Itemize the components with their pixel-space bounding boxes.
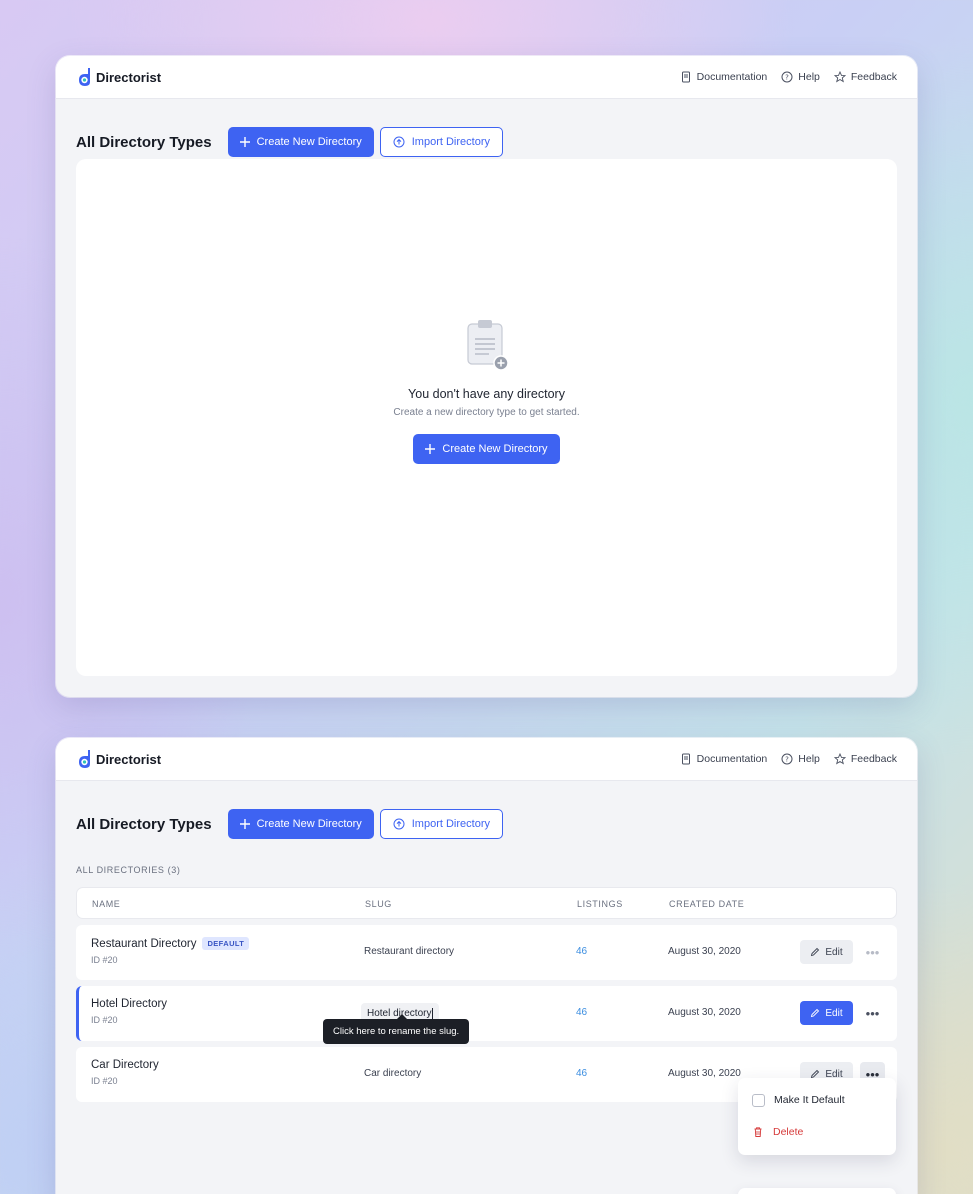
edit-button[interactable]: Edit <box>800 1001 853 1025</box>
feedback-link[interactable]: Feedback <box>833 71 897 83</box>
clipboard-add-icon <box>466 320 509 371</box>
help-icon: ? <box>781 71 793 83</box>
plus-icon <box>239 137 250 147</box>
svg-text:?: ? <box>785 74 789 82</box>
table-row[interactable]: Hotel Directory ID #20 Hotel directory 4… <box>76 986 897 1041</box>
import-directory-label: Import Directory <box>411 818 490 830</box>
column-slug: SLUG <box>365 899 392 909</box>
feedback-link[interactable]: Feedback <box>833 753 897 765</box>
help-icon: ? <box>781 753 793 765</box>
edit-label: Edit <box>825 946 843 958</box>
directory-name: Hotel Directory <box>91 998 168 1010</box>
directory-id: ID #20 <box>91 1076 118 1086</box>
plus-icon <box>425 444 436 454</box>
section-label: ALL DIRECTORIES (3) <box>76 865 181 875</box>
directory-slug[interactable]: Car directory <box>364 1068 421 1079</box>
directory-id: ID #20 <box>91 1015 118 1025</box>
top-bar: Directorist Documentation ? Help Feedbac… <box>56 738 917 781</box>
import-directory-label: Import Directory <box>411 136 490 148</box>
feedback-label: Feedback <box>850 71 897 83</box>
create-directory-label: Create New Directory <box>256 818 362 830</box>
directory-id: ID #20 <box>91 955 118 965</box>
documentation-label: Documentation <box>696 753 768 765</box>
pencil-icon <box>811 1008 820 1018</box>
more-options-button[interactable]: ••• <box>860 940 885 964</box>
help-label: Help <box>798 71 820 83</box>
create-directory-button[interactable]: Create New Directory <box>227 127 374 157</box>
directory-list-window: Directorist Documentation ? Help Feedbac… <box>56 738 917 1194</box>
empty-subtitle: Create a new directory type to get start… <box>393 407 580 418</box>
empty-title: You don't have any directory <box>408 387 565 401</box>
created-date: August 30, 2020 <box>668 946 741 957</box>
document-icon <box>681 71 690 83</box>
empty-panel: You don't have any directory Create a ne… <box>76 159 897 676</box>
help-link[interactable]: ? Help <box>781 753 820 765</box>
more-options-button[interactable]: ••• <box>860 1001 885 1025</box>
help-label: Help <box>798 753 820 765</box>
top-bar: Directorist Documentation ? Help Feedbac… <box>56 56 917 99</box>
directory-name: Car Directory <box>91 1059 159 1071</box>
documentation-label: Documentation <box>696 71 768 83</box>
create-directory-label: Create New Directory <box>256 136 362 148</box>
listings-count[interactable]: 46 <box>576 1068 587 1079</box>
created-date: August 30, 2020 <box>668 1007 741 1018</box>
next-panel-edge <box>738 1188 896 1194</box>
column-created-date: CREATED DATE <box>669 899 745 909</box>
column-listings: LISTINGS <box>577 899 623 909</box>
svg-text:?: ? <box>785 756 789 764</box>
table-header: NAME SLUG LISTINGS CREATED DATE <box>76 887 897 919</box>
column-name: NAME <box>92 899 121 909</box>
edit-button[interactable]: Edit <box>800 940 853 964</box>
text-caret <box>432 1008 434 1019</box>
make-default-label: Make It Default <box>774 1094 845 1106</box>
documentation-link[interactable]: Documentation <box>680 71 768 83</box>
pencil-icon <box>811 947 820 957</box>
make-default-menu-item[interactable]: Make It Default <box>752 1090 882 1110</box>
page-header: All Directory Types Create New Directory… <box>56 795 917 853</box>
created-date: August 30, 2020 <box>668 1068 741 1079</box>
empty-create-directory-button[interactable]: Create New Directory <box>413 434 560 464</box>
table-row[interactable]: Restaurant Directory DEFAULT ID #20 Rest… <box>76 925 897 980</box>
edit-label: Edit <box>825 1007 843 1019</box>
feedback-label: Feedback <box>850 753 897 765</box>
listings-count[interactable]: 46 <box>576 946 587 957</box>
directory-name: Restaurant Directory <box>91 937 197 950</box>
rename-slug-tooltip: Click here to rename the slug. <box>323 1014 470 1044</box>
import-directory-button[interactable]: Import Directory <box>379 127 503 157</box>
empty-state-window: Directorist Documentation ? Help Feedbac… <box>56 56 917 697</box>
empty-create-directory-label: Create New Directory <box>442 443 548 455</box>
star-icon <box>833 71 846 83</box>
upload-icon <box>393 818 405 830</box>
brand-logo[interactable]: Directorist <box>76 67 161 87</box>
star-icon <box>833 753 846 765</box>
plus-icon <box>239 819 250 829</box>
row-options-menu: Make It Default Delete <box>738 1078 896 1155</box>
make-default-checkbox[interactable] <box>752 1093 765 1107</box>
trash-icon <box>754 1127 762 1137</box>
page-title: All Directory Types <box>76 815 212 833</box>
delete-menu-item[interactable]: Delete <box>752 1122 882 1142</box>
document-icon <box>681 753 690 765</box>
help-link[interactable]: ? Help <box>781 71 820 83</box>
directorist-logo-icon <box>79 750 90 768</box>
brand-name: Directorist <box>96 751 162 767</box>
upload-icon <box>393 136 405 148</box>
create-directory-button[interactable]: Create New Directory <box>227 809 374 839</box>
listings-count[interactable]: 46 <box>576 1007 587 1018</box>
directorist-logo-icon <box>79 68 90 86</box>
documentation-link[interactable]: Documentation <box>680 753 768 765</box>
brand-logo[interactable]: Directorist <box>76 749 161 769</box>
page-title: All Directory Types <box>76 133 212 151</box>
default-badge: DEFAULT <box>202 937 250 950</box>
directory-slug[interactable]: Restaurant directory <box>364 946 454 957</box>
brand-name: Directorist <box>96 69 162 85</box>
delete-label: Delete <box>773 1126 804 1138</box>
import-directory-button[interactable]: Import Directory <box>379 809 503 839</box>
